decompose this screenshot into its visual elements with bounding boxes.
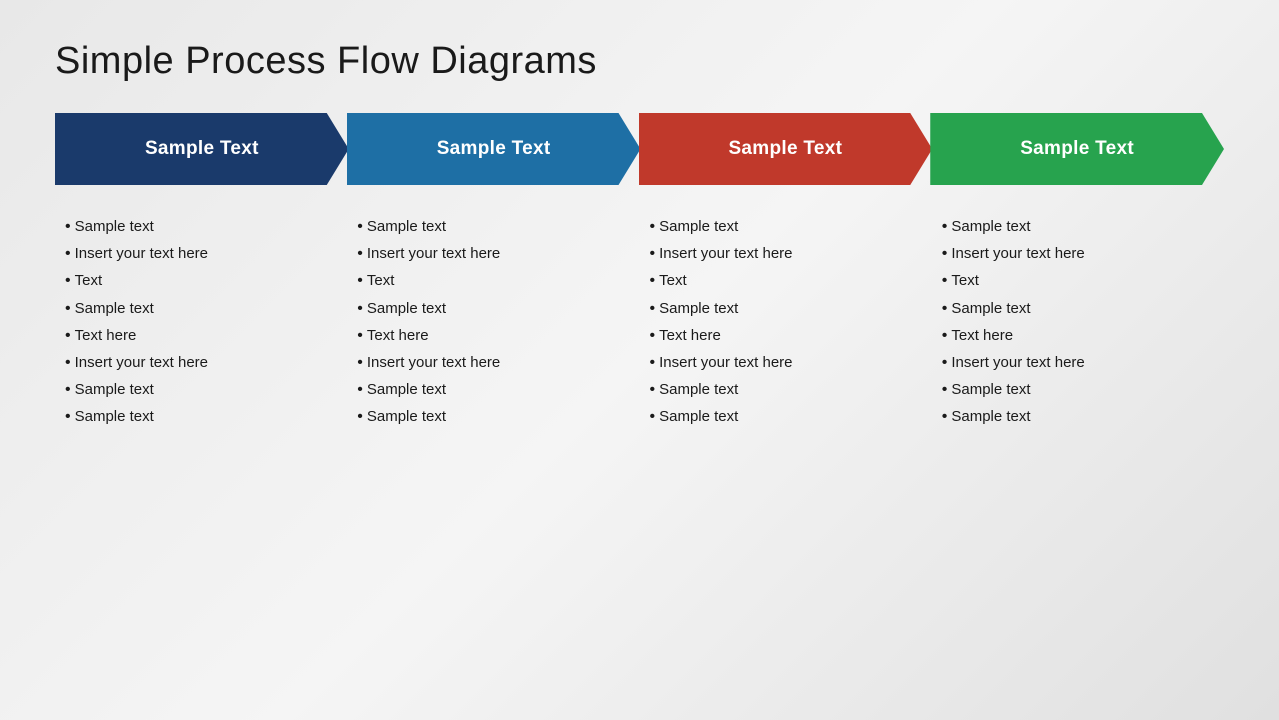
chevron-1-label: Sample Text bbox=[145, 138, 259, 160]
list-item: Sample text bbox=[65, 403, 339, 430]
chevron-4: Sample Text bbox=[930, 113, 1224, 185]
list-item: Sample text bbox=[65, 213, 339, 240]
slide-title: Simple Process Flow Diagrams bbox=[55, 40, 1224, 83]
list-item: Sample text bbox=[942, 295, 1216, 322]
bullet-list-4: Sample textInsert your text hereTextSamp… bbox=[942, 213, 1216, 431]
list-item: Sample text bbox=[650, 213, 924, 240]
list-item: Text here bbox=[357, 322, 631, 349]
content-col-3: Sample textInsert your text hereTextSamp… bbox=[640, 213, 932, 690]
list-item: Sample text bbox=[650, 376, 924, 403]
bullet-list-2: Sample textInsert your text hereTextSamp… bbox=[357, 213, 631, 431]
list-item: Text here bbox=[650, 322, 924, 349]
list-item: Sample text bbox=[942, 376, 1216, 403]
chevron-4-label: Sample Text bbox=[1020, 138, 1134, 160]
list-item: Sample text bbox=[357, 403, 631, 430]
list-item: Sample text bbox=[942, 213, 1216, 240]
chevron-wrapper-4: Sample Text bbox=[930, 113, 1224, 185]
bullet-list-3: Sample textInsert your text hereTextSamp… bbox=[650, 213, 924, 431]
content-col-1: Sample textInsert your text hereTextSamp… bbox=[55, 213, 347, 690]
content-col-2: Sample textInsert your text hereTextSamp… bbox=[347, 213, 639, 690]
list-item: Text here bbox=[65, 322, 339, 349]
list-item: Sample text bbox=[650, 403, 924, 430]
chevron-2-label: Sample Text bbox=[437, 138, 551, 160]
list-item: Sample text bbox=[357, 376, 631, 403]
list-item: Insert your text here bbox=[357, 349, 631, 376]
list-item: Insert your text here bbox=[650, 240, 924, 267]
list-item: Insert your text here bbox=[357, 240, 631, 267]
list-item: Insert your text here bbox=[650, 349, 924, 376]
chevron-wrapper-3: Sample Text bbox=[639, 113, 933, 185]
chevron-3: Sample Text bbox=[639, 113, 933, 185]
list-item: Text bbox=[650, 267, 924, 294]
chevron-wrapper-1: Sample Text bbox=[55, 113, 349, 185]
slide: Simple Process Flow Diagrams Sample Text… bbox=[0, 0, 1279, 720]
list-item: Sample text bbox=[650, 295, 924, 322]
chevron-2: Sample Text bbox=[347, 113, 641, 185]
list-item: Sample text bbox=[357, 213, 631, 240]
content-col-4: Sample textInsert your text hereTextSamp… bbox=[932, 213, 1224, 690]
list-item: Insert your text here bbox=[942, 349, 1216, 376]
list-item: Insert your text here bbox=[942, 240, 1216, 267]
chevron-3-label: Sample Text bbox=[728, 138, 842, 160]
list-item: Text here bbox=[942, 322, 1216, 349]
list-item: Text bbox=[357, 267, 631, 294]
chevron-row: Sample Text Sample Text Sample Text Samp… bbox=[55, 113, 1224, 185]
list-item: Sample text bbox=[65, 295, 339, 322]
chevron-wrapper-2: Sample Text bbox=[347, 113, 641, 185]
list-item: Sample text bbox=[65, 376, 339, 403]
list-item: Sample text bbox=[942, 403, 1216, 430]
bullet-list-1: Sample textInsert your text hereTextSamp… bbox=[65, 213, 339, 431]
list-item: Sample text bbox=[357, 295, 631, 322]
list-item: Text bbox=[942, 267, 1216, 294]
list-item: Insert your text here bbox=[65, 240, 339, 267]
list-item: Insert your text here bbox=[65, 349, 339, 376]
chevron-1: Sample Text bbox=[55, 113, 349, 185]
list-item: Text bbox=[65, 267, 339, 294]
content-row: Sample textInsert your text hereTextSamp… bbox=[55, 213, 1224, 690]
